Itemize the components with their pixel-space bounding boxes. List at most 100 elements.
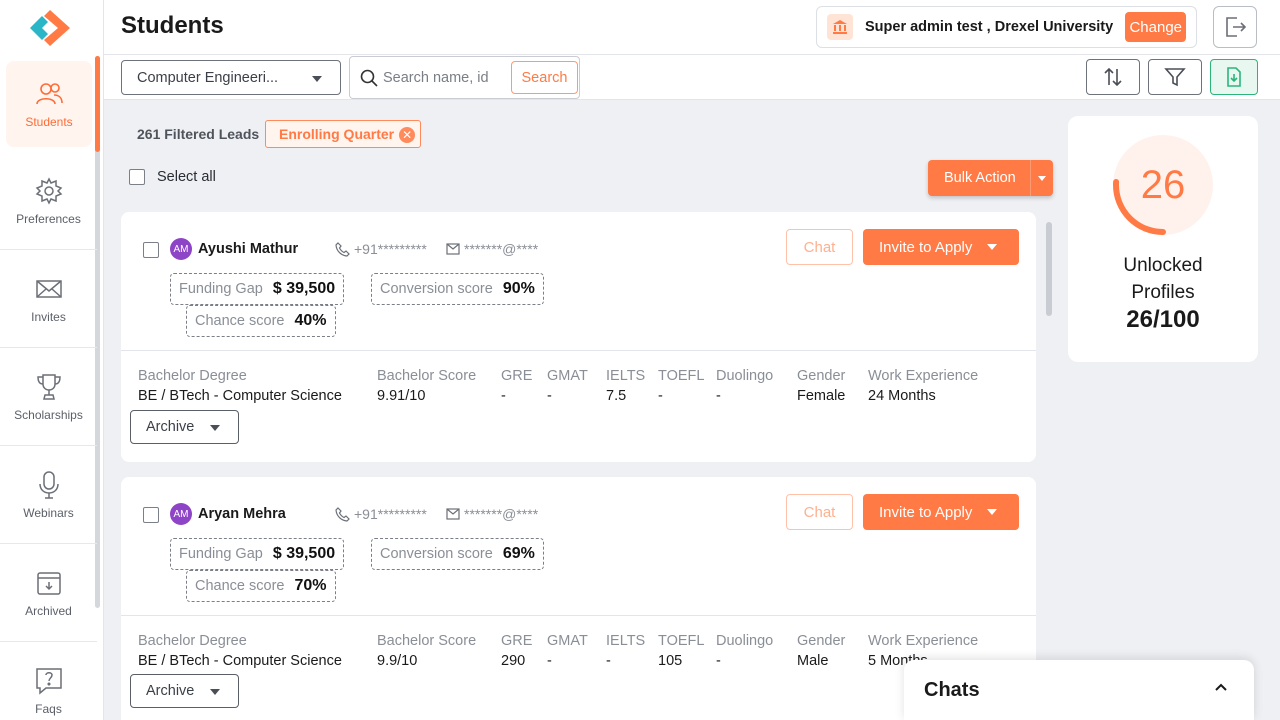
sidebar-item-label: Students [25, 115, 73, 129]
gender: Gender Female [797, 368, 846, 404]
select-all-checkbox[interactable] [129, 169, 145, 185]
microphone-icon [38, 471, 59, 499]
app-logo[interactable] [26, 8, 74, 48]
chat-button[interactable]: Chat [786, 494, 853, 530]
department-value: Computer Engineeri... [137, 69, 279, 86]
archive-dropdown[interactable]: Archive [130, 674, 239, 708]
chance-score: Chance score 40% [186, 305, 336, 337]
duolingo-score: Duolingo - [716, 368, 774, 404]
sidebar-item-label: Scholarships [14, 408, 83, 422]
sidebar-item-preferences[interactable]: Preferences [0, 153, 97, 250]
bachelor-score: Bachelor Score 9.91/10 [377, 368, 477, 404]
student-checkbox[interactable] [143, 507, 159, 523]
select-all[interactable]: Select all [129, 169, 216, 185]
caret-down-icon [210, 425, 220, 431]
bachelor-score: Bachelor Score 9.9/10 [377, 633, 477, 669]
student-name[interactable]: Ayushi Mathur [198, 241, 298, 257]
gmat-score: GMAT - [547, 633, 588, 669]
sidebar-item-label: Archived [25, 604, 72, 618]
sidebar-item-label: Webinars [23, 506, 74, 520]
student-checkbox[interactable] [143, 242, 159, 258]
avatar: AM [170, 503, 192, 525]
bachelor-degree: Bachelor Degree BE / BTech - Computer Sci… [138, 368, 342, 404]
sidebar-item-archived[interactable]: Archived [0, 545, 97, 642]
download-file-icon [1227, 67, 1241, 87]
gre-score: GRE - [501, 368, 533, 404]
university-name: Super admin test , Drexel University [865, 19, 1114, 35]
sidebar-item-label: Invites [31, 310, 66, 324]
funding-gap: Funding Gap $ 39,500 [170, 273, 345, 305]
users-icon [36, 83, 63, 105]
bulk-action-label: Bulk Action [944, 170, 1016, 186]
gear-icon [35, 177, 62, 205]
sidebar-item-scholarships[interactable]: Scholarships [0, 349, 97, 446]
search-box: Search [349, 56, 580, 99]
caret-down-icon [210, 689, 220, 695]
caret-down-icon [312, 76, 322, 82]
export-button[interactable] [1210, 59, 1258, 95]
archive-icon [36, 572, 61, 595]
unlocked-label: Unlocked Profiles [1123, 255, 1203, 303]
chevron-up-icon[interactable] [1214, 682, 1228, 692]
search-input[interactable] [383, 65, 508, 91]
invite-to-apply-button[interactable]: Invite to Apply [863, 494, 1019, 530]
sort-button[interactable] [1086, 59, 1140, 95]
unlocked-count: 26/100 [1126, 306, 1200, 333]
conversion-score: Conversion score 69% [371, 538, 544, 570]
student-email: *******@**** [446, 241, 538, 257]
chats-title: Chats [924, 679, 980, 701]
student-name[interactable]: Aryan Mehra [198, 506, 286, 522]
unlocked-profiles-card: 26 Unlocked Profiles 26/100 [1068, 116, 1258, 362]
chats-panel[interactable]: Chats [904, 660, 1254, 720]
logout-icon [1226, 17, 1247, 37]
sidebar-item-faqs[interactable]: Faqs [0, 643, 97, 720]
gender: Gender Male [797, 633, 846, 669]
list-scrollbar[interactable] [1046, 222, 1052, 316]
logout-button[interactable] [1213, 6, 1257, 48]
chance-score: Chance score 70% [186, 570, 336, 602]
select-all-label: Select all [157, 169, 216, 185]
filter-toolbar: Computer Engineeri... Search [104, 55, 1280, 100]
student-card: AM Ayushi Mathur +91********* *******@**… [121, 212, 1036, 462]
caret-down-icon [1038, 176, 1046, 181]
student-card: AM Aryan Mehra +91********* *******@****… [121, 477, 1036, 720]
toefl-score: TOEFL - [658, 368, 705, 404]
filter-button[interactable] [1148, 59, 1202, 95]
student-phone: +91********* [335, 506, 427, 522]
unlocked-number: 26 [1140, 162, 1186, 207]
avatar: AM [170, 238, 192, 260]
filter-chip-label: Enrolling Quarter [279, 126, 395, 142]
top-header: Students Super admin test , Drexel Unive… [104, 0, 1280, 55]
search-button[interactable]: Search [511, 61, 578, 94]
close-icon[interactable]: ✕ [399, 127, 416, 143]
sidebar-item-webinars[interactable]: Webinars [0, 447, 97, 544]
ielts-score: IELTS 7.5 [606, 368, 646, 404]
toefl-score: TOEFL 105 [658, 633, 705, 669]
sidebar-item-invites[interactable]: Invites [0, 251, 97, 348]
sidebar-item-students[interactable]: Students [6, 61, 92, 147]
bachelor-degree: Bachelor Degree BE / BTech - Computer Sci… [138, 633, 342, 669]
phone-icon [335, 506, 350, 522]
sort-icon [1104, 67, 1122, 87]
sidebar-item-label: Faqs [35, 702, 62, 716]
work-experience: Work Experience 24 Months [868, 368, 979, 404]
filter-chip: Enrolling Quarter ✕ [265, 120, 422, 148]
search-icon [360, 69, 378, 87]
student-phone: +91********* [335, 241, 427, 257]
sidebar: Students Preferences Invites Scholarship… [0, 0, 104, 720]
filtered-count: 261 Filtered Leads [137, 126, 260, 142]
mail-icon [446, 508, 460, 520]
chat-button[interactable]: Chat [786, 229, 853, 265]
caret-down-icon [987, 244, 997, 250]
ielts-score: IELTS - [606, 633, 646, 669]
funding-gap: Funding Gap $ 39,500 [170, 538, 345, 570]
trophy-icon [36, 374, 61, 400]
conversion-score: Conversion score 90% [371, 273, 544, 305]
archive-dropdown[interactable]: Archive [130, 410, 239, 444]
gmat-score: GMAT - [547, 368, 588, 404]
invite-to-apply-button[interactable]: Invite to Apply [863, 229, 1019, 265]
change-university-button[interactable]: Change [1125, 12, 1186, 42]
gre-score: GRE 290 [501, 633, 533, 669]
bulk-action-button[interactable]: Bulk Action [928, 160, 1053, 196]
department-dropdown[interactable]: Computer Engineeri... [121, 60, 341, 95]
